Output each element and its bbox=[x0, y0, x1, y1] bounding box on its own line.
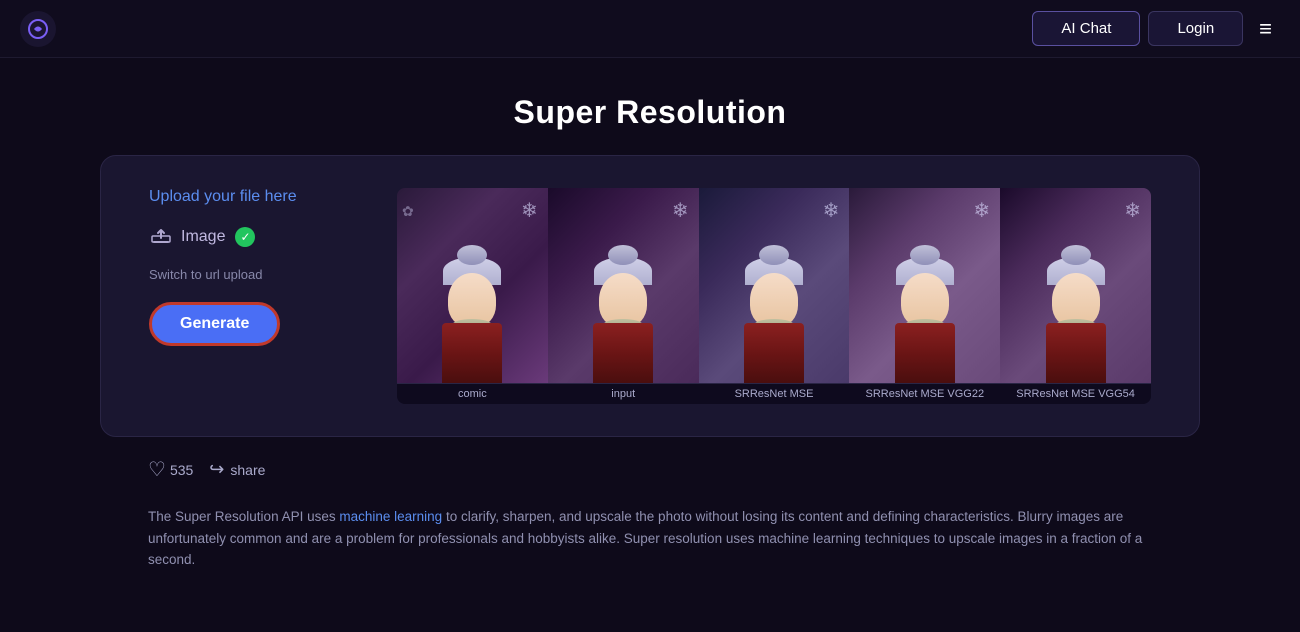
figure-clothes-3 bbox=[744, 323, 804, 383]
image-cell-input: ❄ bbox=[548, 188, 699, 383]
image-strip: ❄ ✿ ❄ bbox=[397, 188, 1151, 383]
main-card: Upload your file here Image ✓ Switch to … bbox=[100, 155, 1200, 437]
figure-clothes-5 bbox=[1046, 323, 1106, 383]
navbar: AI Chat Login ≡ bbox=[0, 0, 1300, 58]
logo-icon[interactable] bbox=[20, 11, 56, 47]
check-icon: ✓ bbox=[240, 230, 250, 244]
upload-row: Image ✓ bbox=[149, 222, 255, 251]
action-bar: ♡ 535 ↪ share bbox=[100, 457, 1200, 482]
page-title-section: Super Resolution bbox=[0, 58, 1300, 155]
image-label-srresnet-vgg54: SRResNet MSE VGG54 bbox=[1000, 383, 1151, 404]
description-text: The Super Resolution API uses machine le… bbox=[148, 506, 1152, 571]
image-label-input: input bbox=[548, 383, 699, 404]
decoration-snowflake-2: ❄ bbox=[672, 198, 689, 223]
navbar-right: AI Chat Login ≡ bbox=[1032, 11, 1280, 46]
image-label-srresnet-vgg22: SRResNet MSE VGG22 bbox=[849, 383, 1000, 404]
upload-label: Upload your file here bbox=[149, 188, 297, 206]
figure-body-4 bbox=[890, 273, 960, 383]
figure-body-5 bbox=[1041, 273, 1111, 383]
figure-body-1 bbox=[437, 273, 507, 383]
generate-button[interactable]: Generate bbox=[149, 302, 280, 346]
description-section: The Super Resolution API uses machine le… bbox=[100, 506, 1200, 571]
heart-icon: ♡ bbox=[148, 457, 166, 482]
page-title: Super Resolution bbox=[0, 94, 1300, 131]
decoration-snowflake-4: ❄ bbox=[973, 198, 990, 223]
left-panel: Upload your file here Image ✓ Switch to … bbox=[149, 188, 349, 346]
ai-chat-button[interactable]: AI Chat bbox=[1032, 11, 1140, 46]
login-button[interactable]: Login bbox=[1148, 11, 1243, 46]
upload-icon-area: Image bbox=[149, 222, 225, 251]
decoration-flower: ✿ bbox=[402, 203, 414, 220]
figure-clothes-2 bbox=[593, 323, 653, 383]
decoration-snowflake-5: ❄ bbox=[1124, 198, 1141, 223]
image-cell-srresnet-vgg22: ❄ bbox=[849, 188, 1000, 383]
figure-clothes-1 bbox=[442, 323, 502, 383]
right-panel: ❄ ✿ ❄ bbox=[397, 188, 1151, 404]
image-labels-row: comic input SRResNet MSE SRResNet MSE VG… bbox=[397, 383, 1151, 404]
ml-link[interactable]: machine learning bbox=[339, 509, 442, 524]
image-button-label[interactable]: Image bbox=[181, 228, 225, 246]
figure-clothes-4 bbox=[895, 323, 955, 383]
image-label-srresnet-mse: SRResNet MSE bbox=[699, 383, 850, 404]
figure-body-3 bbox=[739, 273, 809, 383]
like-count: 535 bbox=[170, 462, 193, 478]
check-badge: ✓ bbox=[235, 227, 255, 247]
image-cell-srresnet-mse: ❄ bbox=[699, 188, 850, 383]
description-text-before: The Super Resolution API uses bbox=[148, 509, 339, 524]
image-cell-comic: ❄ ✿ bbox=[397, 188, 548, 383]
image-label-comic: comic bbox=[397, 383, 548, 404]
decoration-snowflake: ❄ bbox=[521, 198, 538, 223]
upload-icon bbox=[149, 222, 173, 251]
share-label: share bbox=[230, 462, 265, 478]
image-cell-srresnet-vgg54: ❄ bbox=[1000, 188, 1151, 383]
image-strip-container: ❄ ✿ ❄ bbox=[397, 188, 1151, 404]
share-icon: ↪ bbox=[209, 459, 224, 480]
hamburger-menu-button[interactable]: ≡ bbox=[1251, 12, 1280, 46]
switch-url-link[interactable]: Switch to url upload bbox=[149, 267, 262, 282]
like-button[interactable]: ♡ 535 bbox=[148, 457, 193, 482]
decoration-snowflake-3: ❄ bbox=[823, 198, 840, 223]
figure-body-2 bbox=[588, 273, 658, 383]
share-button[interactable]: ↪ share bbox=[209, 459, 265, 480]
navbar-left bbox=[20, 11, 56, 47]
